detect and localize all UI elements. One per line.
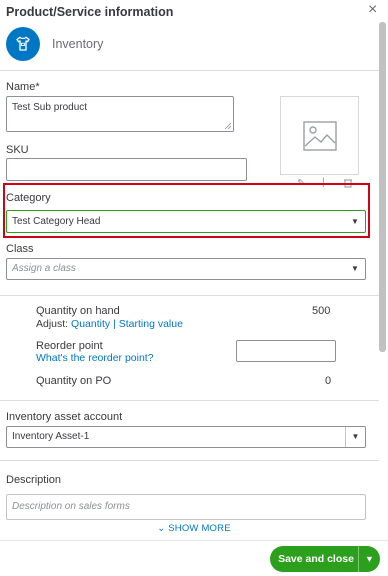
category-value: Test Category Head <box>12 216 101 227</box>
quantity-on-hand-value: 500 <box>312 305 331 317</box>
name-value: Test Sub product <box>12 102 88 113</box>
class-placeholder: Assign a class <box>12 263 76 274</box>
product-image-upload[interactable] <box>280 96 359 175</box>
name-field[interactable]: Test Sub product <box>6 96 234 132</box>
quantity-on-po-label: Quantity on PO <box>36 375 112 387</box>
shirt-icon <box>16 36 30 51</box>
resize-handle-icon[interactable] <box>225 123 231 129</box>
scrollbar[interactable] <box>379 22 386 352</box>
divider <box>0 70 379 71</box>
show-more-label: SHOW MORE <box>168 523 231 534</box>
product-service-panel: Product/Service information × Inventory … <box>0 0 388 576</box>
chevron-down-icon[interactable]: ▼ <box>345 259 365 279</box>
footer-divider <box>0 540 388 541</box>
divider <box>0 460 379 461</box>
inventory-type-icon[interactable] <box>6 27 40 61</box>
class-select[interactable]: Assign a class ▼ <box>6 258 366 280</box>
asset-account-label: Inventory asset account <box>6 411 123 423</box>
divider <box>0 400 379 401</box>
description-placeholder: Description on sales forms <box>12 501 130 512</box>
category-label: Category <box>6 192 51 204</box>
adjust-separator: | <box>113 318 116 330</box>
divider <box>0 295 379 296</box>
reorder-point-input[interactable] <box>236 340 336 362</box>
description-label: Description <box>6 474 62 486</box>
adjust-label: Adjust: <box>36 318 69 330</box>
asset-account-select[interactable]: Inventory Asset-1 ▼ <box>6 426 366 448</box>
description-input[interactable]: Description on sales forms <box>6 494 366 520</box>
quantity-on-hand-label: Quantity on hand <box>36 305 120 317</box>
chevron-down-icon[interactable]: ▼ <box>345 427 365 447</box>
image-placeholder-icon <box>302 120 337 151</box>
save-and-close-button[interactable]: Save and close ▼ <box>270 546 380 572</box>
chevron-down-icon[interactable]: ▼ <box>345 211 365 232</box>
chevron-down-icon[interactable]: ▼ <box>358 546 380 572</box>
sku-input[interactable] <box>6 158 247 181</box>
adjust-quantity-link[interactable]: Quantity <box>71 318 110 330</box>
adjust-starting-value-link[interactable]: Starting value <box>119 318 183 330</box>
reorder-point-label: Reorder point <box>36 340 103 352</box>
name-label: Name* <box>6 81 40 93</box>
asset-account-value: Inventory Asset-1 <box>12 431 90 442</box>
adjust-row: Adjust: Quantity | Starting value <box>36 318 183 330</box>
chevron-down-icon: ⌄ <box>157 523 166 534</box>
reorder-help-link[interactable]: What's the reorder point? <box>36 352 154 364</box>
close-button[interactable]: × <box>368 1 377 19</box>
item-type-label[interactable]: Inventory <box>52 37 103 51</box>
panel-title: Product/Service information <box>6 5 174 19</box>
save-and-close-label: Save and close <box>278 553 354 565</box>
show-more-link[interactable]: ⌄ SHOW MORE <box>0 518 388 540</box>
class-label: Class <box>6 243 34 255</box>
sku-label: SKU <box>6 144 29 156</box>
quantity-on-po-value: 0 <box>325 375 332 387</box>
category-select[interactable]: Test Category Head ▼ <box>6 210 366 233</box>
